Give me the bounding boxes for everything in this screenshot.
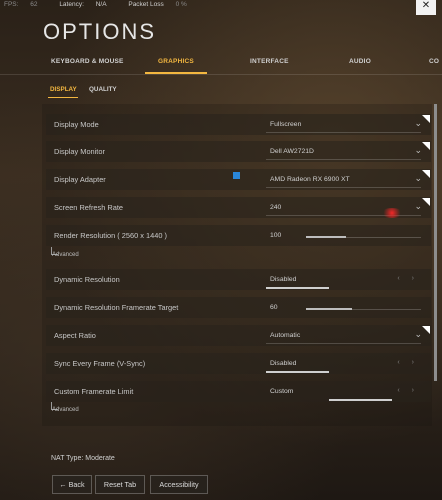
tab-divider xyxy=(0,74,442,75)
setting-value: Disabled xyxy=(270,276,297,283)
tab-audio[interactable]: AUDIO xyxy=(349,58,371,65)
reset-tab-button[interactable]: Reset Tab xyxy=(95,475,145,494)
main-tabs: KEYBOARD & MOUSE GRAPHICS INTERFACE AUDI… xyxy=(0,58,442,72)
slider-fill[interactable] xyxy=(306,236,346,238)
setting-label: Screen Refresh Rate xyxy=(54,203,124,212)
setting-value: Automatic xyxy=(270,332,301,339)
corner-marker-icon xyxy=(422,142,430,150)
setting-label: Display Adapter xyxy=(54,175,106,184)
tab-interface[interactable]: INTERFACE xyxy=(250,58,289,65)
red-light-glow xyxy=(381,208,403,218)
tab-graphics[interactable]: GRAPHICS xyxy=(158,58,194,65)
packet-loss-label: Packet Loss xyxy=(128,1,164,8)
setting-label: Render Resolution ( 2560 x 1440 ) xyxy=(54,231,167,240)
setting-value: Custom xyxy=(270,388,294,395)
slider-fill[interactable] xyxy=(306,308,352,310)
selector-underline xyxy=(266,371,329,373)
setting-value: Dell AW2721D xyxy=(270,148,314,155)
latency-label: Latency: xyxy=(59,1,84,8)
dropdown-underline xyxy=(266,343,421,344)
setting-dynamic-resolution[interactable]: Dynamic Resolution Disabled ‹ › xyxy=(46,269,431,290)
setting-label: Dynamic Resolution xyxy=(54,275,120,284)
chevron-down-icon[interactable]: ⌄ xyxy=(414,145,422,156)
subtab-display[interactable]: DISPLAY xyxy=(50,86,77,93)
windows-logo-icon xyxy=(233,172,240,179)
setting-vsync[interactable]: Sync Every Frame (V-Sync) Disabled ‹ › xyxy=(46,353,431,374)
setting-display-mode[interactable]: Display Mode Fullscreen ⌄ xyxy=(46,114,431,135)
left-right-arrows-icon[interactable]: ‹ › xyxy=(397,359,419,366)
active-subtab-indicator xyxy=(48,97,78,98)
scrollbar[interactable] xyxy=(434,104,437,381)
dropdown-underline xyxy=(266,187,421,188)
setting-display-monitor[interactable]: Display Monitor Dell AW2721D ⌄ xyxy=(46,141,431,162)
reset-tab-label: Reset Tab xyxy=(103,480,137,489)
chevron-down-icon[interactable]: ⌄ xyxy=(414,118,422,129)
performance-stats: FPS: 62 Latency: N/A Packet Loss 0 % xyxy=(4,1,207,8)
selector-underline xyxy=(266,287,329,289)
chevron-down-icon[interactable]: ⌄ xyxy=(414,173,422,184)
fps-value: 62 xyxy=(30,1,38,8)
latency-value: N/A xyxy=(95,1,107,8)
corner-marker-icon xyxy=(422,198,430,206)
subtab-quality[interactable]: QUALITY xyxy=(89,86,117,93)
back-button[interactable]: ← Back xyxy=(52,475,92,494)
setting-value: 100 xyxy=(270,232,282,239)
corner-marker-icon xyxy=(422,326,430,334)
setting-dynamic-resolution-framerate-target[interactable]: Dynamic Resolution Framerate Target 60 xyxy=(46,297,431,318)
setting-value: 60 xyxy=(270,304,278,311)
left-right-arrows-icon[interactable]: ‹ › xyxy=(397,275,419,282)
tab-controller[interactable]: CO xyxy=(429,58,439,65)
close-button[interactable]: ✕ xyxy=(416,0,436,15)
left-right-arrows-icon[interactable]: ‹ › xyxy=(397,387,419,394)
advanced-toggle-2[interactable]: Advanced xyxy=(52,407,79,413)
setting-label: Dynamic Resolution Framerate Target xyxy=(54,303,179,312)
setting-label: Display Monitor xyxy=(54,147,105,156)
page-title: OPTIONS xyxy=(43,19,157,44)
setting-screen-refresh-rate[interactable]: Screen Refresh Rate 240 ⌄ xyxy=(46,197,431,218)
dropdown-underline xyxy=(266,132,421,133)
accessibility-button[interactable]: Accessibility xyxy=(150,475,208,494)
corner-marker-icon xyxy=(422,115,430,123)
fps-label: FPS: xyxy=(4,1,19,8)
setting-label: Custom Framerate Limit xyxy=(54,387,134,396)
chevron-down-icon[interactable]: ⌄ xyxy=(414,201,422,212)
setting-aspect-ratio[interactable]: Aspect Ratio Automatic ⌄ xyxy=(46,325,431,346)
setting-value: 240 xyxy=(270,204,282,211)
back-arrow-icon: ← xyxy=(59,480,67,489)
packet-loss-value: 0 % xyxy=(175,1,187,8)
close-icon: ✕ xyxy=(421,0,431,11)
setting-custom-framerate-limit[interactable]: Custom Framerate Limit Custom ‹ › xyxy=(46,381,431,402)
corner-marker-icon xyxy=(422,170,430,178)
tab-keyboard-mouse[interactable]: KEYBOARD & MOUSE xyxy=(51,58,124,65)
setting-value: AMD Radeon RX 6900 XT xyxy=(270,176,350,183)
accessibility-label: Accessibility xyxy=(159,480,199,489)
setting-value: Fullscreen xyxy=(270,121,302,128)
chevron-down-icon[interactable]: ⌄ xyxy=(414,329,422,340)
dropdown-underline xyxy=(266,159,421,160)
setting-label: Aspect Ratio xyxy=(54,331,96,340)
back-button-label: Back xyxy=(68,480,85,489)
selector-underline xyxy=(329,399,392,401)
setting-label: Display Mode xyxy=(54,120,99,129)
nat-type-status: NAT Type: Moderate xyxy=(51,455,115,462)
advanced-toggle[interactable]: Advanced xyxy=(52,252,79,258)
setting-value: Disabled xyxy=(270,360,297,367)
setting-render-resolution[interactable]: Render Resolution ( 2560 x 1440 ) 100 xyxy=(46,225,431,246)
setting-label: Sync Every Frame (V-Sync) xyxy=(54,359,146,368)
